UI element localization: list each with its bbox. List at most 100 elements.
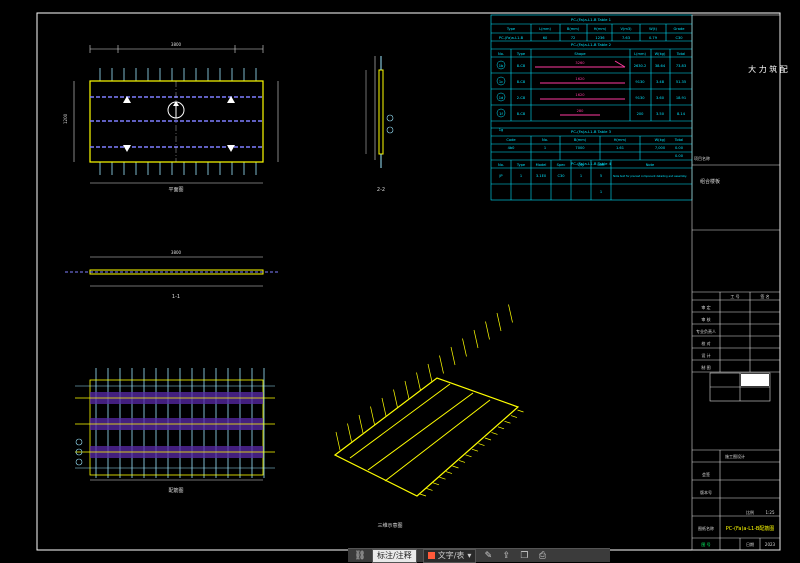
table-cell: 7.63 [622, 36, 630, 40]
table-cell: 1620 [575, 93, 585, 97]
plan-view-label: 平面图 [168, 187, 183, 193]
table-cell: 1620 [575, 77, 585, 81]
table-cell: 72 [571, 36, 576, 40]
table-cell: 7,000 [655, 146, 666, 150]
table3-title: PC-(Fa)a-L1-B Table 3 [571, 129, 612, 134]
title-role-label: 设 计 [701, 352, 710, 358]
table-cell: 8-C8 [517, 112, 526, 116]
table-cell: Note text for precast component detailin… [613, 174, 687, 178]
drawing-border [36, 12, 781, 551]
key-plan-highlight [741, 374, 769, 386]
rebar-layout-view[interactable]: 配筋图 [75, 368, 275, 494]
date-value: 2023 [765, 542, 776, 547]
table-cell: 1 [544, 146, 546, 150]
table-cell: 3.50 [656, 112, 665, 116]
plan-dim-top: 3800 [171, 42, 182, 47]
pen-icon[interactable]: ✎ [482, 550, 494, 562]
table-header-cell: Spec [557, 163, 566, 167]
table-cell: 3.60 [656, 96, 665, 100]
table-header-cell: Type [506, 27, 516, 31]
table-header-cell: W(t) [649, 27, 657, 31]
scale-label: 比例 [746, 509, 754, 515]
table-header-cell: W(kg) [655, 52, 666, 56]
table-header-cell: Grade [674, 27, 686, 31]
section-2-2-view[interactable]: 2-2 [365, 56, 394, 193]
rebar-tag-icon [75, 458, 83, 466]
scale-value: 1:25 [766, 510, 775, 515]
iso-view-label: 三维示意图 [377, 522, 402, 529]
table2-title: PC-(Fa)a-L1-B Table 2 [571, 42, 612, 47]
date-label: 日期 [746, 541, 754, 547]
table-header-cell: H(mm) [594, 27, 607, 31]
section-1-1-label: 1-1 [172, 294, 180, 300]
tab-annotation-label: 标注/注释 [377, 551, 412, 560]
lift-point-icon [123, 145, 131, 152]
table-cell: 280 [577, 109, 585, 113]
print-icon[interactable]: ⎙ [536, 550, 548, 562]
table-cell: C30 [675, 36, 683, 40]
share-icon[interactable]: ⇪ [500, 550, 512, 562]
table-cell: 8.14 [677, 112, 686, 116]
plan-bottom-ticks [99, 162, 257, 175]
tab-text-table[interactable]: 文字/表 ▾ [422, 548, 477, 563]
table-cell: C30 [557, 174, 565, 178]
drawing-title: PC-(Fa)a-L1-B配筋图 [726, 525, 775, 532]
section-1-1-view[interactable]: 3800 1-1 [65, 250, 278, 300]
table-header-cell: Unit [597, 163, 605, 167]
title-role-label: 审 定 [701, 304, 710, 310]
chevron-down-icon: ▾ [467, 551, 472, 560]
table-cell: 3.1E0 [536, 174, 547, 178]
table-cell: 1.61 [616, 146, 624, 150]
table-cell: 73.83 [676, 64, 686, 68]
table-header-cell: Qty [578, 163, 585, 167]
svg-text:3800: 3800 [171, 250, 182, 255]
table-header-cell: V(m3) [620, 27, 632, 31]
table-cell: PC-(Fa)a-L1-B [499, 36, 524, 40]
table1-title: PC-(Fa)a-L1-B Table 1 [571, 17, 612, 22]
table-cell: 7000 [575, 146, 585, 150]
sheet-label: 图 号 [701, 541, 710, 547]
table-header-cell: No. [542, 138, 548, 142]
project-label: 项目名称 [694, 155, 710, 161]
isometric-view[interactable]: 三维示意图 [333, 304, 524, 530]
table-cell: 2630.2 [634, 64, 647, 68]
table-cell: 60 [543, 36, 548, 40]
table-cell: 3260 [575, 61, 585, 65]
table-header-cell: B(mm) [574, 138, 587, 142]
drawing-name-label: 图纸名称 [698, 525, 714, 531]
stage-label: 施工图设计 [725, 453, 745, 459]
table-cell: 5 [600, 174, 602, 178]
table-header-cell: Type [516, 52, 526, 56]
table-cell: 3.48 [656, 80, 665, 84]
title-role-label: 专业负责人 [696, 328, 716, 334]
lift-point-icon [227, 145, 235, 152]
table-cell: 1g [499, 128, 504, 132]
plan-view[interactable]: 3800 1200 平面图 [63, 42, 279, 193]
rebar-view-label: 配筋图 [168, 487, 183, 494]
title-role-label: 校 对 [701, 340, 710, 346]
cad-drawing-canvas[interactable]: 3800 1200 平面图 2-2 3800 1-1 配筋图 三维示意图 PC-… [0, 0, 800, 562]
tab-annotation[interactable]: 标注/注释 [372, 548, 417, 563]
table-header-cell: L(mm) [634, 52, 646, 56]
link-icon[interactable]: ⛓ [354, 550, 366, 562]
table-header-cell: Note [646, 163, 655, 167]
table-cell: 4b0 [508, 146, 516, 150]
table-header-cell: Type [516, 163, 526, 167]
table-header-cell: Total [674, 138, 683, 142]
iso-stirrup-ticks [335, 304, 524, 497]
table-header-cell: L(mm) [539, 27, 551, 31]
title-block[interactable] [691, 14, 781, 551]
table-cell: 51.35 [676, 80, 686, 84]
copy-icon[interactable]: ❐ [518, 550, 530, 562]
bottom-toolbar: ⛓ 标注/注释 文字/表 ▾ ✎ ⇪ ❐ ⎙ [348, 548, 610, 563]
table-cell: 200 [637, 112, 645, 116]
notes-label: 版本号 [700, 489, 712, 495]
rebar-tag-icon [75, 438, 83, 446]
table-header-cell: B(mm) [567, 27, 580, 31]
col-b-header: 签 名 [760, 293, 769, 299]
table-cell: 0.00 [675, 154, 684, 158]
table-header-cell: Shape [574, 52, 586, 56]
table-cell: 8-C8 [517, 80, 526, 84]
title-role-label: 审 核 [701, 316, 710, 322]
col-a-header: 工 号 [730, 293, 739, 299]
